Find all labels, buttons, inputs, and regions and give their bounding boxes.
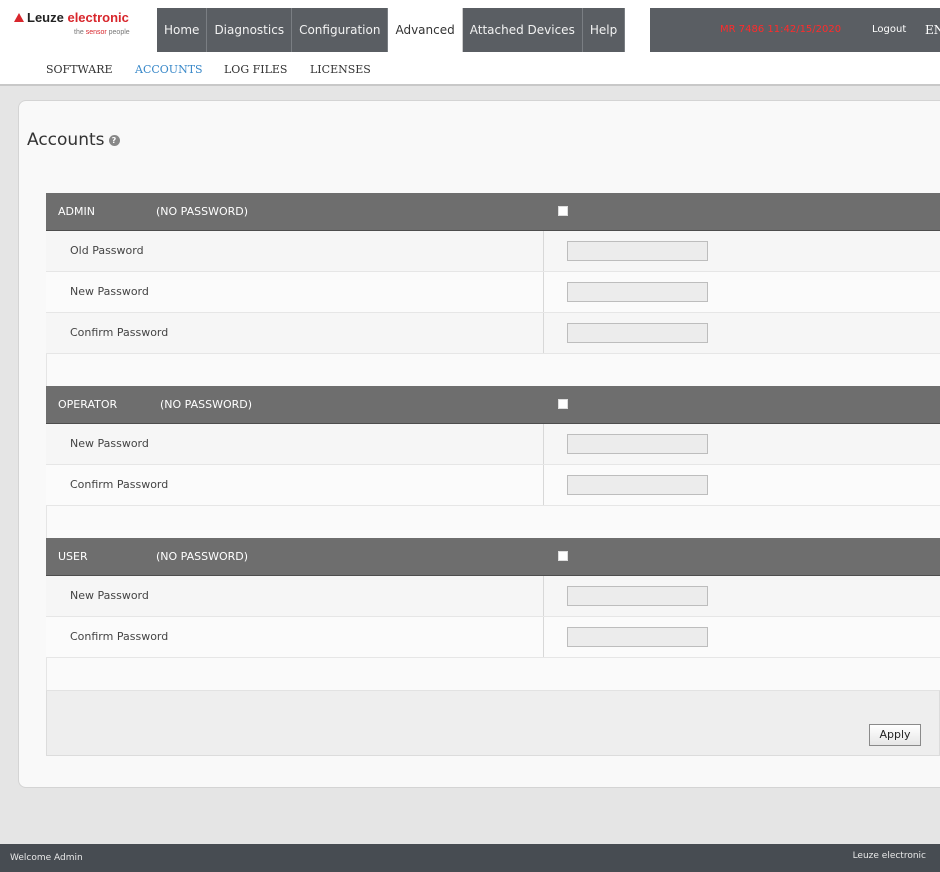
device-info: MR 7486 11:42/15/2020	[720, 24, 842, 35]
section-status: (NO PASSWORD)	[156, 550, 249, 563]
form-row: Confirm Password	[46, 617, 940, 658]
leuze-logo[interactable]: Leuze electronic the sensor people	[10, 8, 152, 46]
form-row: New Password	[46, 576, 940, 617]
section-header-admin: ADMIN (NO PASSWORD)	[46, 193, 940, 231]
row-divider	[543, 424, 544, 464]
logo-brand-part1: Leuze	[27, 10, 68, 25]
user-enable-checkbox[interactable]	[558, 551, 568, 561]
field-label: Confirm Password	[70, 630, 169, 643]
apply-area: Apply	[46, 690, 940, 756]
nav-tab-attached-devices[interactable]: Attached Devices	[462, 8, 583, 52]
row-divider	[543, 231, 544, 271]
footer-brand: Leuze electronic	[852, 851, 926, 861]
page-title: Accounts?	[27, 130, 120, 150]
section-header-operator: OPERATOR (NO PASSWORD)	[46, 386, 940, 424]
sub-nav: SOFTWARE ACCOUNTS LOG FILES LICENSES	[0, 52, 940, 86]
logo-triangle-icon	[14, 13, 24, 22]
logout-link[interactable]: Logout	[872, 8, 906, 52]
row-divider	[543, 272, 544, 312]
section-name: ADMIN	[58, 205, 95, 218]
section-spacer	[46, 506, 940, 538]
logo-tagline: the sensor people	[74, 29, 130, 36]
form-row: Confirm Password	[46, 465, 940, 506]
logo-brand: Leuze electronic	[14, 10, 129, 25]
top-bar: Leuze electronic the sensor people Home …	[0, 0, 940, 52]
help-icon[interactable]: ?	[108, 135, 120, 146]
admin-confirm-password-input[interactable]	[567, 323, 708, 343]
form-row: New Password	[46, 272, 940, 313]
nav-tab-help[interactable]: Help	[582, 8, 626, 52]
admin-old-password-input[interactable]	[567, 241, 708, 261]
logo-brand-part2: electronic	[67, 10, 129, 25]
field-label: New Password	[70, 437, 149, 450]
section-name: OPERATOR	[58, 398, 118, 411]
field-label: Confirm Password	[70, 478, 169, 491]
welcome-text: Welcome Admin	[10, 853, 83, 863]
nav-tab-advanced[interactable]: Advanced	[388, 8, 463, 52]
row-divider	[543, 313, 544, 353]
main-nav: Home Diagnostics Configuration Advanced …	[157, 8, 626, 52]
language-selector[interactable]: EN	[925, 8, 940, 52]
section-header-user: USER (NO PASSWORD)	[46, 538, 940, 576]
logo-tagline-post: people	[106, 29, 130, 36]
subnav-software[interactable]: SOFTWARE	[46, 63, 113, 76]
admin-new-password-input[interactable]	[567, 282, 708, 302]
apply-button[interactable]: Apply	[869, 724, 921, 746]
field-label: New Password	[70, 589, 149, 602]
form-row: Confirm Password	[46, 313, 940, 354]
user-confirm-password-input[interactable]	[567, 627, 708, 647]
accounts-form: ADMIN (NO PASSWORD) Old Password New Pas…	[46, 193, 940, 756]
operator-enable-checkbox[interactable]	[558, 399, 568, 409]
nav-tab-diagnostics[interactable]: Diagnostics	[207, 8, 293, 52]
admin-enable-checkbox[interactable]	[558, 206, 568, 216]
field-label: New Password	[70, 285, 149, 298]
logo-tagline-red: sensor	[85, 29, 107, 36]
subnav-log-files[interactable]: LOG FILES	[224, 63, 287, 76]
form-row: New Password	[46, 424, 940, 465]
logo-tagline-pre: the	[74, 29, 86, 36]
subnav-accounts[interactable]: ACCOUNTS	[135, 63, 203, 76]
section-spacer	[46, 658, 940, 690]
field-label: Confirm Password	[70, 326, 169, 339]
field-label: Old Password	[70, 244, 144, 257]
row-divider	[543, 465, 544, 505]
section-status: (NO PASSWORD)	[160, 398, 253, 411]
form-row: Old Password	[46, 231, 940, 272]
section-name: USER	[58, 550, 88, 563]
operator-confirm-password-input[interactable]	[567, 475, 708, 495]
footer: Welcome Admin Leuze electronic	[0, 844, 940, 872]
subnav-licenses[interactable]: LICENSES	[310, 63, 371, 76]
section-spacer	[46, 354, 940, 386]
nav-status-area: MR 7486 11:42/15/2020 Logout EN	[650, 8, 940, 52]
row-divider	[543, 617, 544, 657]
section-status: (NO PASSWORD)	[156, 205, 249, 218]
operator-new-password-input[interactable]	[567, 434, 708, 454]
nav-tab-home[interactable]: Home	[157, 8, 208, 52]
nav-tab-configuration[interactable]: Configuration	[292, 8, 389, 52]
row-divider	[543, 576, 544, 616]
page-title-text: Accounts	[27, 130, 105, 150]
user-new-password-input[interactable]	[567, 586, 708, 606]
